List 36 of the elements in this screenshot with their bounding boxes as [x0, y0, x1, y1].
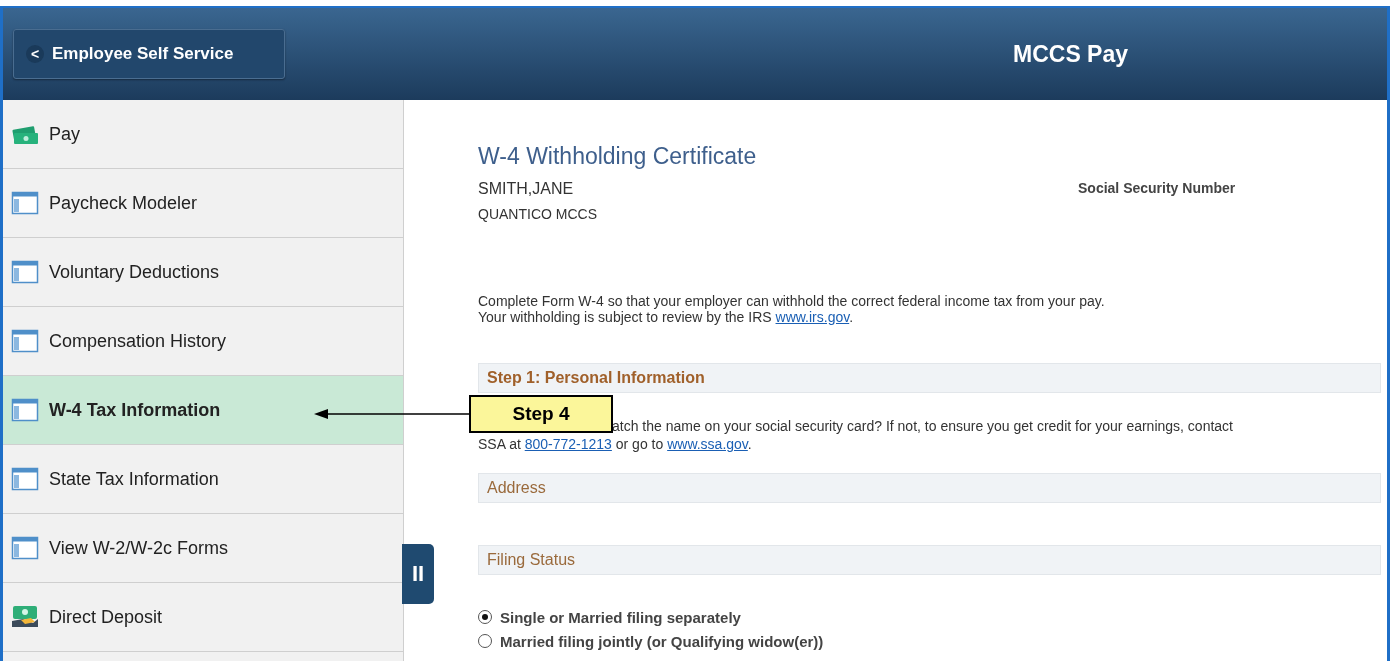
step1-text: or go to	[614, 436, 665, 452]
sidebar-item[interactable]: View W-2/W-2c Forms	[3, 514, 403, 583]
option-label: Married filing jointly (or Qualifying widow(er))	[500, 632, 824, 650]
back-button[interactable]: < Employee Self Service	[13, 29, 285, 79]
ssa-link[interactable]: www.ssa.gov	[667, 436, 748, 452]
sidebar-item[interactable]: Pay	[3, 100, 403, 169]
back-icon: <	[26, 45, 44, 63]
table-icon	[11, 398, 39, 422]
sidebar-item[interactable]: State Tax Information	[3, 445, 403, 514]
section-heading: Filing Status	[478, 545, 1381, 575]
employee-name: SMITH,JANE	[478, 180, 575, 198]
employee-location: QUANTICO MCCS	[478, 206, 598, 222]
intro-text: Your withholding is subject to review by the IRS	[478, 309, 773, 325]
collapse-handle[interactable]: II	[402, 544, 434, 604]
section-heading: Step 1: Personal Information	[478, 363, 1381, 393]
ssn-label: Social Security Number	[1078, 180, 1236, 198]
sidebar-item[interactable]: W-4 Tax Information	[3, 376, 403, 445]
step1-text: atch the name on your social security card? If not, to ensure you get credit for your earnings, contact	[612, 418, 1233, 434]
sidebar-item[interactable]: Paycheck Modeler	[3, 169, 403, 238]
phone-link[interactable]: 800-772-1213	[524, 436, 612, 452]
table-icon	[11, 191, 39, 215]
intro-text: .	[849, 309, 854, 325]
sidebar-item[interactable]: Voluntary Deductions	[3, 238, 403, 307]
deposit-icon	[11, 605, 39, 629]
sidebar-item[interactable]: Direct Deposit	[3, 583, 403, 652]
table-icon	[11, 260, 39, 284]
section-heading: Address	[478, 473, 1381, 503]
app-title: MCCS Pay	[1013, 40, 1129, 68]
page-title: W-4 Withholding Certificate	[478, 143, 758, 170]
option-label: Single or Married filing separately	[500, 608, 741, 626]
step1-text: SSA at	[478, 436, 522, 452]
table-icon	[11, 536, 39, 560]
step-callout: Step 4	[469, 395, 613, 433]
table-icon	[11, 467, 39, 491]
table-icon	[11, 329, 39, 353]
intro-text: Complete Form W-4 so that your employer can withhold the correct federal income tax from your pay.	[478, 293, 1106, 309]
